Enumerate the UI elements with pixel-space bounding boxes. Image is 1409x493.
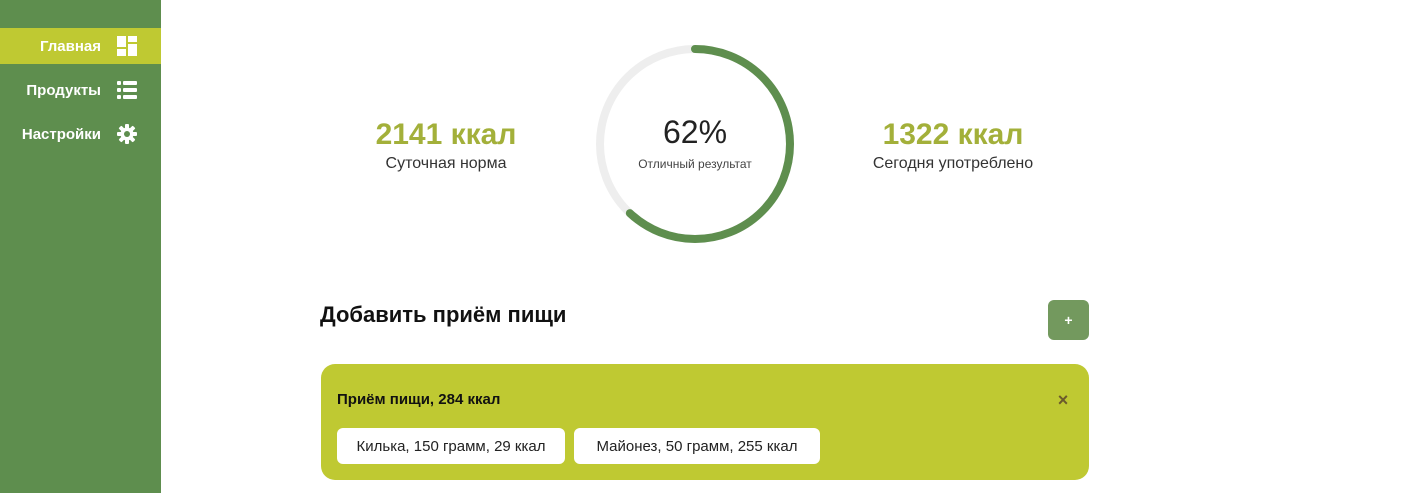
meal-item-chip[interactable]: Майонез, 50 грамм, 255 ккал (574, 428, 820, 464)
add-meal-title: Добавить приём пищи (320, 302, 567, 327)
consumed-value: 1322 ккал (882, 118, 1024, 151)
sidebar-item-label: Продукты (26, 81, 101, 99)
sidebar-item-main[interactable]: Главная (0, 28, 161, 64)
meal-card: Приём пищи, 284 ккал × Килька, 150 грамм… (321, 364, 1089, 480)
consumed-stat: 1322 ккал Сегодня употреблено (853, 118, 1053, 174)
sidebar: Главная Продукты Настройки (0, 0, 161, 493)
list-icon (116, 79, 138, 101)
progress-percent: 62% (662, 114, 728, 150)
daily-norm-value: 2141 ккал (375, 118, 517, 151)
meal-item-chip[interactable]: Килька, 150 грамм, 29 ккал (337, 428, 565, 464)
sidebar-item-settings[interactable]: Настройки (0, 116, 161, 152)
add-meal-button[interactable]: + (1048, 300, 1089, 340)
daily-norm-label: Суточная норма (385, 155, 507, 172)
close-icon[interactable]: × (1055, 390, 1071, 410)
daily-norm-stat: 2141 ккал Суточная норма (346, 118, 546, 174)
gear-icon (116, 123, 138, 145)
consumed-label: Сегодня употреблено (872, 155, 1034, 172)
progress-caption: Отличный результат (638, 157, 752, 171)
meal-title: Приём пищи, 284 ккал (337, 391, 501, 408)
dashboard-icon (116, 35, 138, 57)
sidebar-item-products[interactable]: Продукты (0, 72, 161, 108)
sidebar-item-label: Настройки (21, 125, 101, 143)
sidebar-item-label: Главная (39, 37, 101, 55)
